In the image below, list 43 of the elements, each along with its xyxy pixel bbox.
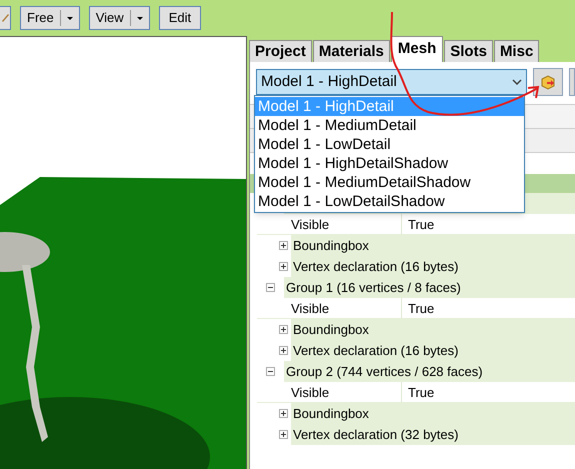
property-value: True	[407, 384, 434, 402]
tab[interactable]: Mesh	[390, 36, 444, 62]
property-name: Visible	[257, 382, 402, 402]
dropdown-option[interactable]: Model 1 - LowDetailShadow	[255, 192, 524, 211]
tree-node[interactable]: Vertex declaration (32 bytes)	[291, 424, 575, 445]
dropdown-option[interactable]: Model 1 - HighDetailShadow	[255, 154, 524, 173]
split-button[interactable]: Free	[20, 6, 80, 30]
group-node[interactable]: Group 2 (744 vertices / 628 faces)	[284, 361, 575, 382]
tree-node[interactable]: Boundingbox	[291, 235, 575, 256]
expand-icon[interactable]	[279, 241, 288, 250]
property-name: Visible	[257, 298, 402, 318]
export-button[interactable]	[533, 68, 563, 96]
dropdown-option[interactable]: Model 1 - LowDetail	[255, 135, 524, 154]
dropdown-option[interactable]: Model 1 - MediumDetail	[255, 116, 524, 135]
chevron-icon	[512, 79, 522, 85]
property-value: True	[407, 300, 434, 318]
collapse-icon[interactable]	[266, 367, 275, 376]
split-button-label: View	[94, 9, 125, 28]
group-node[interactable]: Group 1 (16 vertices / 8 faces)	[284, 277, 575, 298]
collapse-icon[interactable]	[266, 283, 275, 292]
tree-node[interactable]: Boundingbox	[291, 403, 575, 424]
pencil-button[interactable]	[0, 6, 11, 30]
property-name: Visible	[257, 214, 402, 234]
expand-icon[interactable]	[279, 325, 288, 334]
tab[interactable]: Materials	[312, 40, 390, 62]
expand-icon[interactable]	[279, 430, 288, 439]
expand-icon[interactable]	[279, 409, 288, 418]
property-value: True	[407, 216, 434, 234]
split-button-label: Free	[26, 9, 55, 28]
tree-node[interactable]: Boundingbox	[291, 319, 575, 340]
tab[interactable]: Misc	[494, 40, 540, 62]
split-button[interactable]: View	[88, 6, 150, 30]
mesh-select[interactable]: Model 1 - HighDetail	[256, 69, 527, 95]
box-arrow-icon	[540, 74, 556, 90]
expand-icon[interactable]	[279, 346, 288, 355]
tree-node[interactable]: Vertex declaration (16 bytes)	[291, 256, 575, 277]
tree-node[interactable]: Vertex declaration (16 bytes)	[291, 340, 575, 361]
edit-button[interactable]: Edit	[158, 6, 202, 30]
tab[interactable]: Project	[249, 40, 312, 62]
tab[interactable]: Slots	[444, 40, 493, 62]
pencil-icon	[2, 13, 10, 23]
dropdown-option[interactable]: Model 1 - MediumDetailShadow	[255, 173, 524, 192]
expand-icon[interactable]	[279, 262, 288, 271]
